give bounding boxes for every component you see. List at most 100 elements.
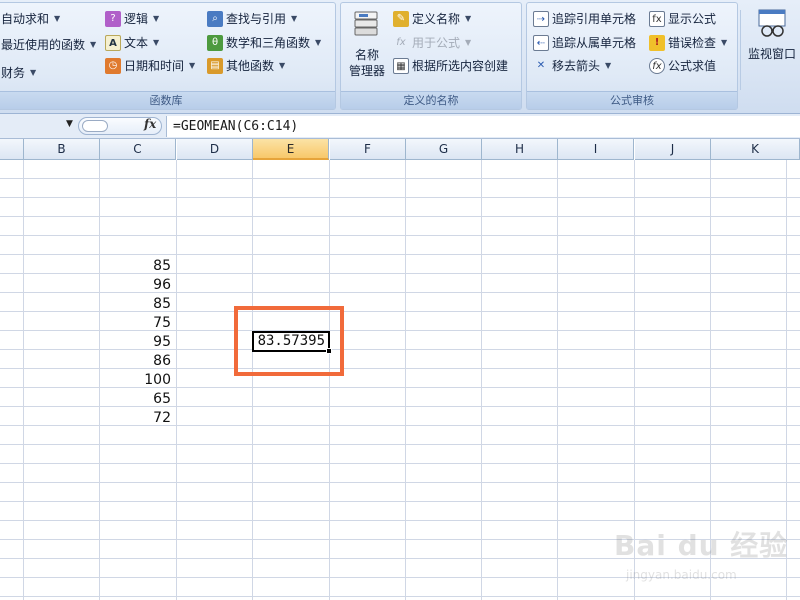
evaluate-formula-icon: fx (649, 58, 665, 74)
define-name-button[interactable]: ✎ 定义名称 ▼ (393, 9, 471, 29)
logical-button[interactable]: ? 逻辑 ▼ (105, 9, 159, 29)
defined-names-group: 名称 管理器 ✎ 定义名称 ▼ fx 用于公式 ▼ ▦ 根据所选内容创建 定义的名称 (340, 2, 522, 110)
define-name-icon: ✎ (393, 11, 409, 27)
fill-handle[interactable] (326, 348, 332, 354)
cell-c-value[interactable]: 95 (100, 332, 174, 351)
defined-names-label: 定义的名称 (341, 91, 521, 109)
function-library-group: 自动求和 ▼ 最近使用的函数 ▼ 财务 ▼ ? 逻辑 ▼ A 文本 ▼ ◷ 日期和时间 ▼ … (0, 2, 336, 110)
watch-window-icon (758, 9, 786, 37)
chevron-down-icon: ▼ (605, 61, 612, 70)
grid-row-line (0, 197, 800, 198)
column-header-b[interactable]: B (24, 139, 100, 160)
column-header-j[interactable]: J (635, 139, 711, 160)
column-header-i[interactable]: I (558, 139, 634, 160)
formula-input[interactable]: =GEOMEAN(C6:C14) (166, 116, 800, 137)
recent-functions-button[interactable]: 最近使用的函数 ▼ (1, 35, 96, 55)
grid-row-line (0, 178, 800, 179)
name-manager-button[interactable]: 名称 管理器 (345, 9, 389, 79)
column-header-k[interactable]: K (711, 139, 800, 160)
column-header-partial[interactable] (0, 139, 24, 160)
chevron-down-icon: ▼ (54, 14, 61, 23)
show-formulas-button[interactable]: fx 显示公式 (649, 9, 716, 29)
watermark-url: jingyan.baidu.com (626, 568, 737, 582)
ribbon: 自动求和 ▼ 最近使用的函数 ▼ 财务 ▼ ? 逻辑 ▼ A 文本 ▼ ◷ 日期和时间 ▼ … (0, 0, 800, 114)
remove-arrows-icon: ✕ (536, 60, 546, 71)
chevron-down-icon: ▼ (153, 38, 160, 47)
name-box-dropdown-icon[interactable]: ▼ (66, 119, 73, 129)
cell-c-value[interactable]: 85 (100, 294, 174, 313)
column-header-g[interactable]: G (406, 139, 482, 160)
error-check-icon: ! (649, 35, 665, 51)
slider-knob[interactable] (82, 120, 108, 132)
use-in-formula-button[interactable]: fx 用于公式 ▼ (393, 33, 471, 53)
active-cell-e9[interactable]: 83.57395 (252, 331, 330, 352)
formula-auditing-label: 公式审核 (527, 91, 737, 109)
insert-function-icon[interactable]: fx (144, 117, 156, 131)
chevron-down-icon: ▼ (279, 61, 286, 70)
watch-window-button[interactable]: 监视窗口 (744, 8, 800, 62)
use-in-formula-icon: fx (396, 37, 406, 48)
more-functions-button[interactable]: ▤ 其他函数 ▼ (207, 56, 285, 76)
grid-row-line (0, 501, 800, 502)
lookup-icon: ⌕ (207, 11, 223, 27)
column-header-e[interactable]: E (253, 139, 329, 160)
math-trig-icon: θ (207, 35, 223, 51)
cell-c-value[interactable]: 75 (100, 313, 174, 332)
grid-row-line (0, 235, 800, 236)
grid-row-line (0, 254, 800, 255)
trace-dependents-icon: ⇠ (533, 35, 549, 51)
autosum-button[interactable]: 自动求和 ▼ (1, 9, 60, 29)
grid-column-line (329, 160, 330, 600)
watermark-logo-text: Bai du 经验 (614, 529, 789, 562)
trace-precedents-button[interactable]: ⇢ 追踪引用单元格 (533, 9, 636, 29)
cell-c-value[interactable]: 100 (100, 370, 174, 389)
ribbon-separator (740, 10, 741, 90)
grid-column-line (481, 160, 482, 600)
grid-column-line (176, 160, 177, 600)
grid-row-line (0, 596, 800, 597)
remove-arrows-button[interactable]: ✕ 移去箭头 ▼ (533, 56, 611, 76)
column-header-d[interactable]: D (177, 139, 253, 160)
logical-icon: ? (105, 11, 121, 27)
date-time-button[interactable]: ◷ 日期和时间 ▼ (105, 56, 195, 76)
column-header-f[interactable]: F (330, 139, 406, 160)
date-time-icon: ◷ (105, 58, 121, 74)
text-icon: A (105, 35, 121, 51)
name-manager-icon (354, 11, 378, 36)
formula-auditing-group: ⇢ 追踪引用单元格 ⇠ 追踪从属单元格 ✕ 移去箭头 ▼ fx 显示公式 ! 错误… (526, 2, 738, 110)
grid-row-line (0, 482, 800, 483)
column-header-c[interactable]: C (100, 139, 176, 160)
grid-column-line (557, 160, 558, 600)
function-library-label: 函数库 (0, 91, 335, 109)
evaluate-formula-button[interactable]: fx 公式求值 (649, 56, 716, 76)
cell-c-value[interactable]: 96 (100, 275, 174, 294)
create-from-selection-button[interactable]: ▦ 根据所选内容创建 (393, 56, 508, 76)
formula-bar: ▼ fx =GEOMEAN(C6:C14) (0, 114, 800, 139)
grid-column-line (23, 160, 24, 600)
cell-c-value[interactable]: 86 (100, 351, 174, 370)
chevron-down-icon: ▼ (153, 14, 160, 23)
chevron-down-icon: ▼ (30, 68, 37, 77)
cell-c-value[interactable]: 85 (100, 256, 174, 275)
lookup-reference-button[interactable]: ⌕ 查找与引用 ▼ (207, 9, 297, 29)
column-header-h[interactable]: H (482, 139, 558, 160)
chevron-down-icon: ▼ (465, 14, 472, 23)
chevron-down-icon: ▼ (315, 38, 322, 47)
grid-row-line (0, 444, 800, 445)
chevron-down-icon: ▼ (721, 38, 728, 47)
error-checking-button[interactable]: ! 错误检查 ▼ (649, 33, 727, 53)
text-functions-button[interactable]: A 文本 ▼ (105, 33, 159, 53)
grid-column-line (252, 160, 253, 600)
grid-row-line (0, 216, 800, 217)
finance-button[interactable]: 财务 ▼ (1, 63, 36, 83)
trace-dependents-button[interactable]: ⇠ 追踪从属单元格 (533, 33, 636, 53)
show-formulas-icon: fx (649, 11, 665, 27)
chevron-down-icon: ▼ (465, 38, 472, 47)
cell-c-value[interactable]: 72 (100, 408, 174, 427)
chevron-down-icon: ▼ (189, 61, 196, 70)
math-trig-button[interactable]: θ 数学和三角函数 ▼ (207, 33, 321, 53)
chevron-down-icon: ▼ (90, 40, 97, 49)
cell-c-value[interactable]: 65 (100, 389, 174, 408)
grid-row-line (0, 463, 800, 464)
grid-column-line (405, 160, 406, 600)
